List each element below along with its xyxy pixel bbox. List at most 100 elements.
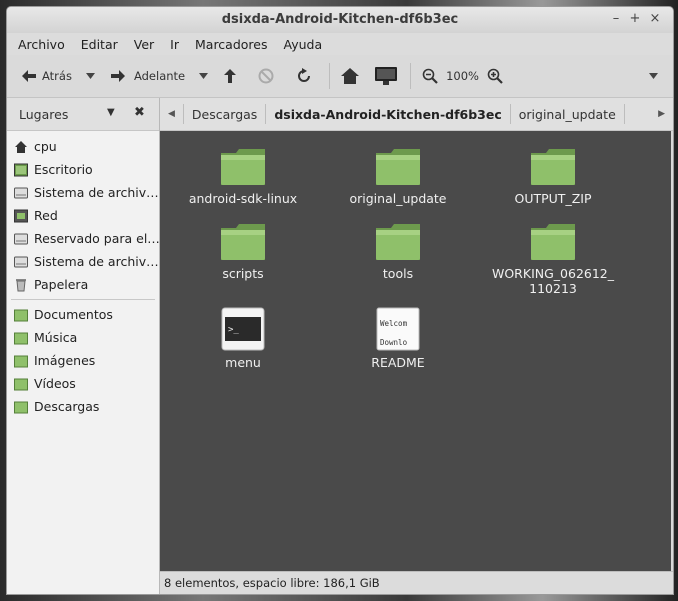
sidebar-item-label: Sistema de archiv… [34,185,159,200]
sidebar-item-label: Sistema de archiv… [34,254,159,269]
desktop-icon [14,163,28,176]
path-scroll-right-icon[interactable]: ▶ [650,109,673,119]
home-icon [15,140,27,153]
text-file-icon: Welcom Downlo [376,307,420,351]
folder-icon [531,224,575,260]
sidebar-item-label: Música [34,330,78,345]
minimize-button[interactable]: – [607,11,625,26]
main-area: Lugares ▼ ✖ cpu Escritorio Sistema de ar… [7,98,673,594]
file-item-android-sdk-linux[interactable]: android-sdk-linux [168,147,318,206]
sidebar-item-imagenes[interactable]: Imágenes [7,349,159,372]
drive-icon [14,233,28,244]
stop-button[interactable] [253,60,279,92]
menu-editar[interactable]: Editar [78,35,121,54]
sidebar: Lugares ▼ ✖ cpu Escritorio Sistema de ar… [7,98,160,594]
folder-icon [221,224,265,260]
path-bar: ◀ Descargas dsixda-Android-Kitchen-df6b3… [160,98,673,131]
file-name: tools [382,266,414,281]
breadcrumb-original-update[interactable]: original_update [511,107,624,122]
file-item-scripts[interactable]: scripts [168,222,318,281]
sidebar-item-descargas[interactable]: Descargas [7,395,159,418]
file-name: README [371,355,425,370]
file-item-menu[interactable]: >_ menu [168,307,318,370]
sidebar-item-reserved[interactable]: Reservado para el… [7,227,159,250]
sidebar-item-label: Documentos [34,307,113,322]
title-bar[interactable]: dsixda-Android-Kitchen-df6b3ec – + × [7,7,673,33]
sidebar-item-red[interactable]: Red [7,204,159,227]
sidebar-divider [11,299,155,300]
zoom-in-button[interactable] [482,60,508,92]
status-bar: 8 elementos, espacio libre: 186,1 GiB [160,571,673,594]
file-manager-window: dsixda-Android-Kitchen-df6b3ec – + × Arc… [6,6,674,595]
close-button[interactable]: × [646,11,664,26]
sidebar-item-label: cpu [34,139,57,154]
zoom-level[interactable]: 100% [443,60,482,92]
zoom-out-icon [422,68,438,84]
path-scroll-left-icon[interactable]: ◀ [160,109,183,119]
file-item-tools[interactable]: tools [323,222,473,281]
toolbar-separator [329,63,331,89]
back-arrow-icon [22,70,36,82]
monitor-icon [375,67,398,85]
menu-bar: Archivo Editar Ver Ir Marcadores Ayuda [7,33,673,55]
folder-icon [376,149,420,185]
sidebar-item-musica[interactable]: Música [7,326,159,349]
places-list: cpu Escritorio Sistema de archiv… Red Re… [7,131,159,418]
breadcrumb-descargas[interactable]: Descargas [184,107,265,122]
file-item-readme[interactable]: Welcom Downlo README [323,307,473,370]
trash-icon [16,278,26,291]
menu-marcadores[interactable]: Marcadores [192,35,271,54]
folder-icon [376,224,420,260]
sidebar-item-videos[interactable]: Vídeos [7,372,159,395]
breadcrumb-current[interactable]: dsixda-Android-Kitchen-df6b3ec [266,107,509,122]
forward-history-dropdown[interactable] [194,60,213,92]
sidebar-item-label: Imágenes [34,353,96,368]
sidebar-item-filesystem-2[interactable]: Sistema de archiv… [7,250,159,273]
path-separator [623,104,625,124]
window-title: dsixda-Android-Kitchen-df6b3ec [221,12,459,27]
sidebar-item-documentos[interactable]: Documentos [7,303,159,326]
sidebar-item-escritorio[interactable]: Escritorio [7,158,159,181]
drive-icon [14,256,28,267]
zoom-out-button[interactable] [417,60,443,92]
up-button[interactable] [219,60,241,92]
terminal-script-icon: >_ [221,307,265,351]
up-arrow-icon [224,69,237,83]
maximize-button[interactable]: + [626,11,644,26]
menu-ayuda[interactable]: Ayuda [281,35,326,54]
file-view[interactable]: android-sdk-linux original_update OUTPUT… [160,131,671,572]
reload-button[interactable] [291,60,317,92]
readme-preview-line: Downlo [380,338,408,347]
file-item-original-update[interactable]: original_update [323,147,473,206]
sidebar-item-label: Escritorio [34,162,93,177]
folder-icon [14,378,28,390]
sidebar-item-label: Descargas [34,399,100,414]
back-history-dropdown[interactable] [81,60,100,92]
forward-arrow-icon [110,70,125,82]
home-button[interactable] [336,60,364,92]
chevron-down-icon [85,73,95,79]
forward-button[interactable]: Adelante [106,60,190,92]
sidebar-item-papelera[interactable]: Papelera [7,273,159,296]
sidebar-header[interactable]: Lugares ▼ ✖ [7,98,159,131]
sidebar-item-label: Reservado para el… [34,231,159,246]
view-menu-dropdown[interactable] [644,60,663,92]
sidebar-item-label: Red [34,208,58,223]
menu-ver[interactable]: Ver [131,35,157,54]
folder-icon [14,332,28,344]
reload-icon [298,68,311,82]
computer-button[interactable] [370,60,402,92]
status-text: 8 elementos, espacio libre: 186,1 GiB [164,576,380,590]
menu-ir[interactable]: Ir [167,35,182,54]
chevron-down-icon[interactable]: ▼ [107,107,115,118]
close-sidebar-icon[interactable]: ✖ [134,105,145,120]
readme-preview-line: Welcom [380,319,408,328]
folder-icon [531,149,575,185]
sidebar-item-cpu[interactable]: cpu [7,135,159,158]
sidebar-item-filesystem[interactable]: Sistema de archiv… [7,181,159,204]
svg-text:>_: >_ [228,325,239,335]
back-button[interactable]: Atrás [17,60,77,92]
file-item-output-zip[interactable]: OUTPUT_ZIP [478,147,628,206]
file-item-working[interactable]: WORKING_062612_ 110213 [478,222,628,296]
menu-archivo[interactable]: Archivo [15,35,68,54]
